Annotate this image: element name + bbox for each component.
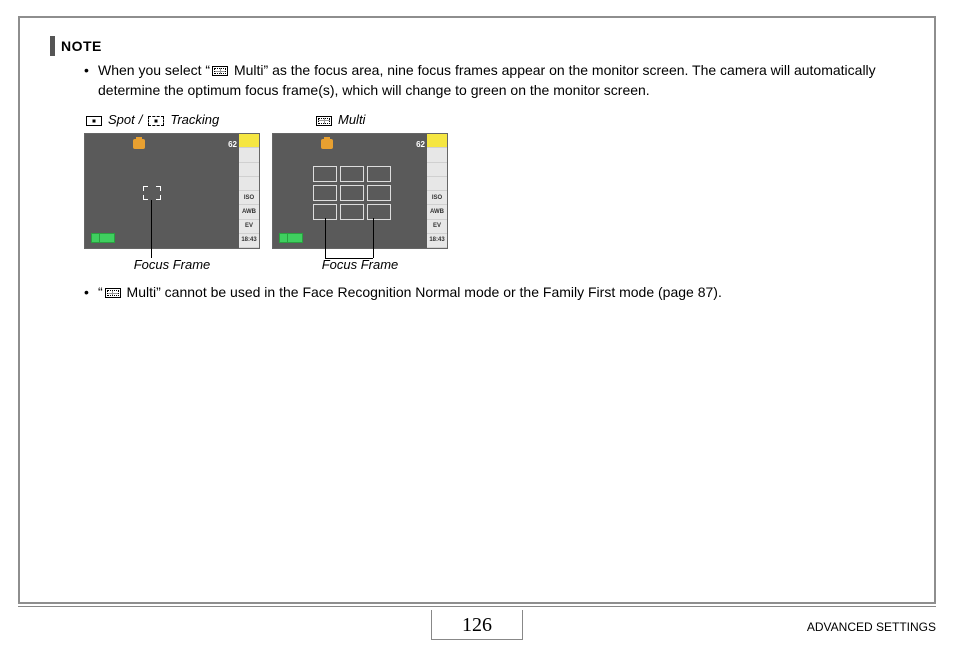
battery-icon — [91, 233, 115, 243]
sidebar-item — [427, 163, 447, 177]
screen-sidebar: ISO AWB EV 18:43 — [239, 134, 259, 248]
sidebar-item-time: 18:43 — [239, 234, 259, 248]
leader-line — [325, 258, 373, 259]
page-footer: 126 ADVANCED SETTINGS — [18, 606, 936, 640]
label-sep: / — [139, 112, 143, 127]
sidebar-item-iso: ISO — [239, 191, 259, 205]
section-name: ADVANCED SETTINGS — [807, 620, 936, 634]
sidebar-item — [427, 177, 447, 191]
camera-icon — [133, 139, 145, 149]
sidebar-item — [427, 134, 447, 148]
leader-line — [325, 218, 326, 258]
note-bullet-1: • When you select “ Multi” as the focus … — [84, 60, 904, 100]
note-block: NOTE • When you select “ Multi” as the f… — [50, 36, 904, 302]
sidebar-item-ev: EV — [427, 220, 447, 234]
diagram-label-spot-tracking: Spot / Tracking — [84, 112, 284, 127]
sidebar-item — [239, 177, 259, 191]
sidebar-item-time: 18:43 — [427, 234, 447, 248]
sidebar-item-awb: AWB — [427, 205, 447, 219]
multi-grid-icon — [212, 66, 228, 76]
diagram-labels-row: Spot / Tracking Multi — [84, 112, 904, 127]
bullet-dot: • — [84, 282, 98, 302]
multi-grid-icon — [316, 116, 332, 126]
screen-topbar: 62 — [279, 138, 425, 150]
sidebar-item — [427, 148, 447, 162]
page-content-frame: NOTE • When you select “ Multi” as the f… — [18, 16, 936, 604]
frame-label-spot: Focus Frame — [84, 257, 260, 272]
sidebar-item-awb: AWB — [239, 205, 259, 219]
text-post: Multi” cannot be used in the Face Recogn… — [123, 284, 722, 300]
note-bullets: • When you select “ Multi” as the focus … — [84, 60, 904, 100]
frame-label-multi: Focus Frame — [272, 257, 448, 272]
label-multi: Multi — [338, 112, 365, 127]
leader-line — [373, 218, 374, 258]
bullet-text: When you select “ Multi” as the focus ar… — [98, 60, 904, 100]
note-bullets-2: • “ Multi” cannot be used in the Face Re… — [84, 282, 904, 302]
note-title: NOTE — [61, 38, 102, 54]
label-tracking: Tracking — [170, 112, 219, 127]
screens-row: 62 ISO AWB EV 18:43 — [84, 133, 904, 249]
battery-icon — [279, 233, 303, 243]
bullet-text: “ Multi” cannot be used in the Face Reco… — [98, 282, 722, 302]
bullet-dot: • — [84, 60, 98, 100]
sidebar-item — [239, 163, 259, 177]
camera-icon — [321, 139, 333, 149]
screen-multi: 62 ISO AWB EV 18:43 — [272, 133, 448, 249]
note-accent-bar — [50, 36, 55, 56]
text-pre: “ — [98, 284, 103, 300]
focus-frame-single — [143, 186, 161, 200]
tracking-icon — [148, 116, 164, 126]
frame-labels-row: Focus Frame Focus Frame — [84, 257, 904, 272]
page-number: 126 — [431, 610, 523, 640]
screen-spot: 62 ISO AWB EV 18:43 — [84, 133, 260, 249]
screen-sidebar: ISO AWB EV 18:43 — [427, 134, 447, 248]
focus-frame-multi — [313, 166, 391, 220]
sidebar-item — [239, 134, 259, 148]
spot-icon — [86, 116, 102, 126]
multi-grid-icon — [105, 288, 121, 298]
shot-counter: 62 — [228, 140, 237, 149]
diagram-area: Spot / Tracking Multi 62 — [84, 112, 904, 272]
text-pre: When you select “ — [98, 62, 210, 78]
shot-counter: 62 — [416, 140, 425, 149]
sidebar-item-ev: EV — [239, 220, 259, 234]
label-spot: Spot — [108, 112, 135, 127]
diagram-label-multi: Multi — [314, 112, 365, 127]
note-heading: NOTE — [50, 36, 904, 56]
sidebar-item — [239, 148, 259, 162]
note-bullet-2: • “ Multi” cannot be used in the Face Re… — [84, 282, 904, 302]
sidebar-item-iso: ISO — [427, 191, 447, 205]
screen-topbar: 62 — [91, 138, 237, 150]
leader-line — [151, 200, 152, 258]
